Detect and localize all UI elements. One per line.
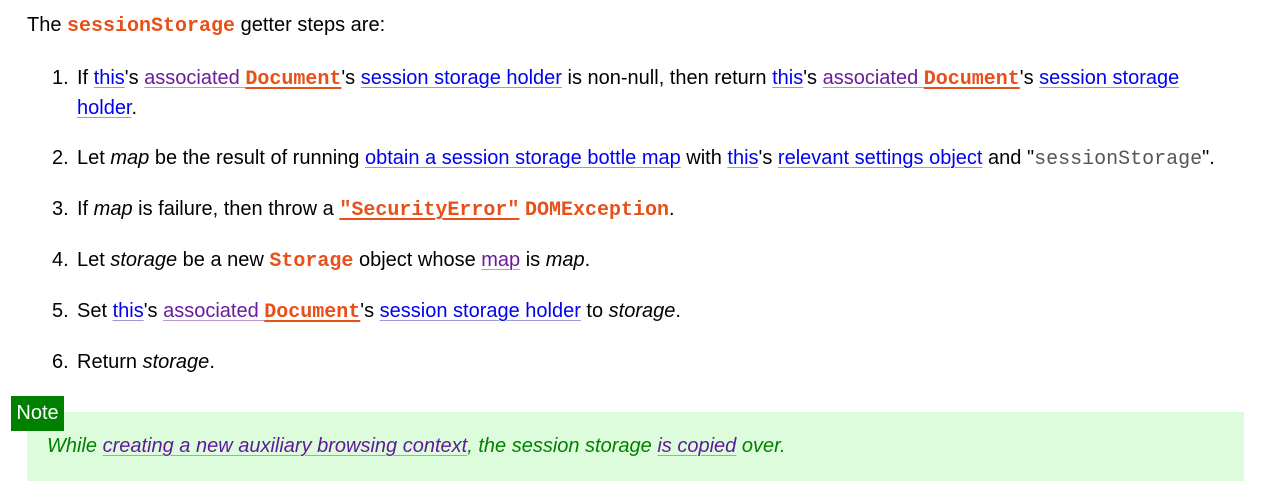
associated-document-link[interactable]: associated Document (144, 67, 342, 91)
document-code: Document (245, 68, 342, 91)
session-storage-code: sessionStorage (67, 15, 236, 38)
text: If (77, 67, 94, 89)
this-link[interactable]: this (772, 67, 803, 89)
step-number: 6. (52, 351, 69, 373)
intro-paragraph: The sessionStorage getter steps are: (27, 11, 385, 41)
domexception-code: DOMException (524, 199, 669, 222)
map-variable: map (93, 198, 133, 220)
link-text: associated (163, 300, 265, 322)
text: and " (982, 147, 1035, 169)
document-code: Document (923, 68, 1020, 91)
this-link[interactable]: this (727, 147, 758, 169)
text: . (131, 97, 138, 119)
storage-variable: storage (608, 300, 676, 322)
relevant-settings-object-link[interactable]: relevant settings object (778, 147, 983, 169)
step-2: 2. Let map be the result of running obtai… (52, 144, 1242, 174)
text: with (680, 147, 728, 169)
text: be the result of running (149, 147, 365, 169)
document-code: Document (264, 301, 361, 324)
text: to (580, 300, 609, 322)
step-number: 4. (52, 249, 69, 271)
this-link[interactable]: this (94, 67, 125, 89)
text: . (209, 351, 215, 373)
map-link[interactable]: map (481, 249, 520, 271)
text: Let (77, 249, 111, 271)
text: 's (143, 300, 164, 322)
note-label: Note (11, 396, 64, 431)
storage-variable: storage (142, 351, 210, 373)
intro-text-end: getter steps are: (235, 14, 386, 36)
text: 's (758, 147, 778, 169)
creating-auxiliary-context-link[interactable]: creating a new auxiliary browsing contex… (103, 435, 468, 457)
text: Let (77, 147, 111, 169)
associated-document-link[interactable]: associated Document (163, 300, 361, 324)
intro-text: The (27, 14, 68, 36)
session-storage-string: sessionStorage (1034, 148, 1203, 171)
text: over. (736, 435, 786, 457)
text: 's (341, 67, 361, 89)
text: 's (124, 67, 145, 89)
this-link[interactable]: this (113, 300, 144, 322)
text: 's (360, 300, 380, 322)
step-number: 5. (52, 300, 69, 322)
map-variable: map (110, 147, 150, 169)
step-6: 6. Return storage. (52, 348, 1242, 377)
step-5: 5. Set this's associated Document's sessi… (52, 297, 1242, 327)
text: object whose (353, 249, 482, 271)
text: If (77, 198, 94, 220)
getter-steps-list: 1. If this's associated Document's sessio… (52, 64, 1242, 398)
storage-code: Storage (269, 250, 354, 273)
text: While (47, 435, 103, 457)
text: 's (1019, 67, 1040, 89)
text: be a new (177, 249, 270, 271)
storage-variable: storage (110, 249, 178, 271)
map-variable: map (545, 249, 585, 271)
text: ". (1202, 147, 1215, 169)
is-copied-link[interactable]: is copied (657, 435, 736, 457)
obtain-bottle-map-link[interactable]: obtain a session storage bottle map (365, 147, 681, 169)
security-error-code: "SecurityError" (339, 199, 520, 222)
link-text: associated (822, 67, 924, 89)
text: is failure, then throw a (132, 198, 340, 220)
text: . (584, 249, 591, 271)
text: Return (77, 351, 143, 373)
step-number: 3. (52, 198, 69, 220)
step-number: 2. (52, 147, 69, 169)
text: is (520, 249, 546, 271)
step-3: 3. If map is failure, then throw a "Secur… (52, 195, 1242, 225)
text: 's (803, 67, 823, 89)
note-text: While creating a new auxiliary browsing … (47, 432, 786, 460)
text: Set (77, 300, 113, 322)
step-number: 1. (52, 67, 69, 89)
session-storage-holder-link[interactable]: session storage holder (380, 300, 581, 322)
session-storage-holder-link[interactable]: session storage holder (361, 67, 562, 89)
text: , the session storage (467, 435, 658, 457)
step-1: 1. If this's associated Document's sessio… (52, 64, 1242, 123)
associated-document-link[interactable]: associated Document (822, 67, 1020, 91)
link-text: associated (144, 67, 246, 89)
text: . (675, 300, 681, 322)
step-4: 4. Let storage be a new Storage object wh… (52, 246, 1242, 276)
text: is non-null, then return (561, 67, 773, 89)
text: . (668, 198, 675, 220)
security-error-link[interactable]: "SecurityError" (339, 198, 520, 222)
